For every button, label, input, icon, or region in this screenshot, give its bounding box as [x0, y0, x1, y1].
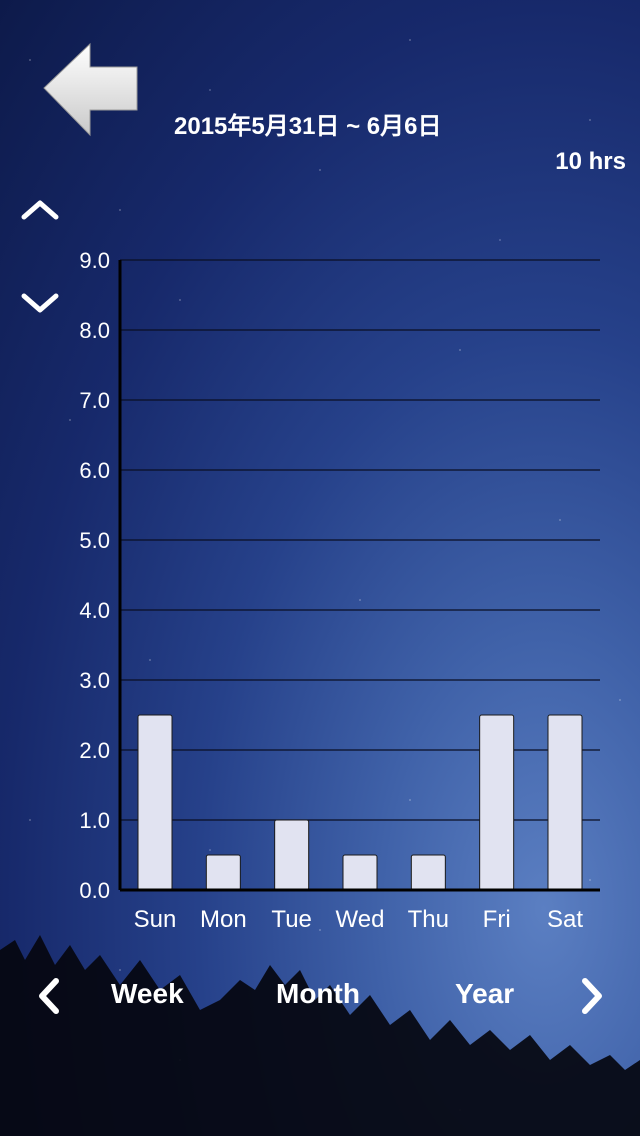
bar-wed [342, 854, 378, 891]
y-tick-label: 7.0 [79, 388, 110, 413]
next-period-button[interactable] [575, 976, 609, 1016]
bar-sat [547, 714, 583, 891]
y-tick-label: 8.0 [79, 318, 110, 343]
back-arrow-icon [43, 42, 138, 137]
y-tick-label: 2.0 [79, 738, 110, 763]
y-tick-label: 6.0 [79, 458, 110, 483]
y-tick-label: 0.0 [79, 878, 110, 903]
bar-fri [479, 714, 515, 891]
total-hours-label: 10 hrs [555, 148, 626, 175]
scroll-up-button[interactable] [20, 195, 60, 225]
tab-year[interactable]: Year [455, 978, 514, 1010]
y-tick-label: 1.0 [79, 808, 110, 833]
bar-thu [410, 854, 446, 891]
chevron-up-icon [21, 200, 59, 220]
weekly-bar-chart: 0.0 1.0 2.0 3.0 4.0 5.0 6.0 7.0 8.0 9.0 Sun Mon Tue W… [79, 248, 600, 933]
chevron-right-icon [582, 978, 602, 1014]
tab-month[interactable]: Month [276, 978, 360, 1010]
previous-period-button[interactable] [32, 976, 66, 1016]
date-range-label: 2015年5月31日 ~ 6月6日 [174, 113, 442, 140]
x-tick-label: Mon [200, 906, 247, 933]
period-selector: Week Month Year [0, 970, 640, 1020]
bar-sun [137, 714, 173, 891]
bar-mon [205, 854, 241, 891]
tab-week[interactable]: Week [111, 978, 184, 1010]
y-tick-label: 4.0 [79, 598, 110, 623]
x-tick-label: Fri [483, 906, 511, 933]
y-tick-label: 3.0 [79, 668, 110, 693]
x-tick-label: Tue [271, 906, 311, 933]
x-tick-label: Sun [134, 906, 177, 933]
x-tick-label: Sat [547, 906, 583, 933]
y-tick-label: 9.0 [79, 248, 110, 273]
x-tick-label: Thu [408, 906, 449, 933]
treeline-silhouette [0, 935, 640, 1136]
back-button[interactable] [40, 40, 140, 140]
y-tick-label: 5.0 [79, 528, 110, 553]
chevron-left-icon [39, 978, 59, 1014]
bar-tue [274, 819, 310, 891]
x-tick-label: Wed [336, 906, 385, 933]
